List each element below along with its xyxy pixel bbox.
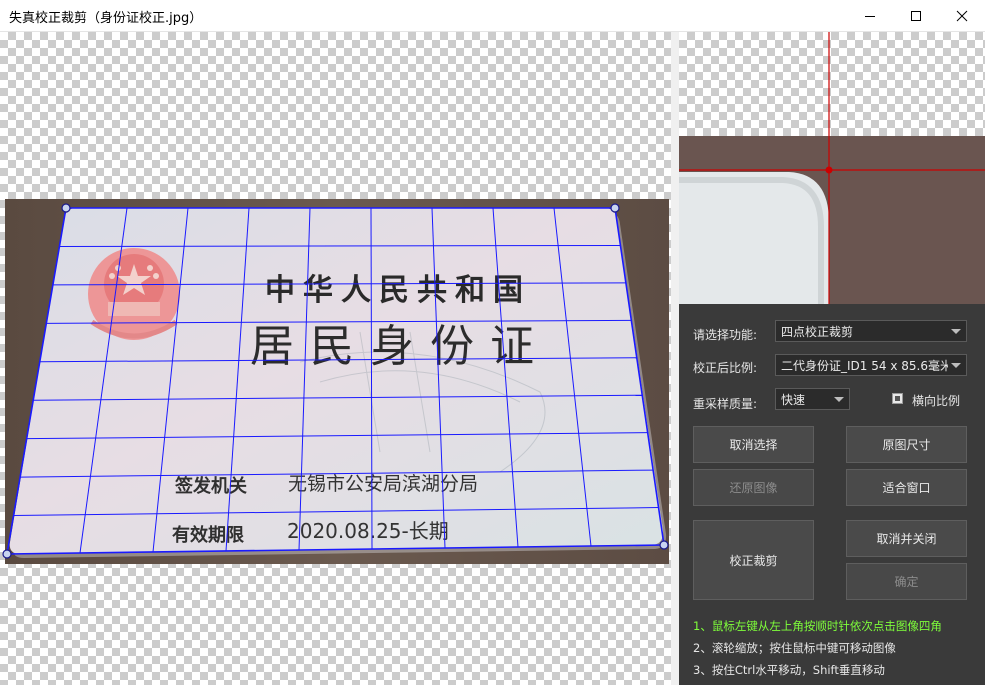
image-view: 中华人民共和国 居民身份证 签发机关 无锡市公安局滨湖分局 有效期限 2020.…	[2, 199, 669, 564]
side-panel: 请选择功能: 四点校正裁剪 校正后比例: 二代身份证_ID1 54 x 85.6…	[679, 32, 985, 685]
splitter[interactable]	[671, 32, 679, 685]
landscape-checkbox[interactable]	[892, 393, 903, 404]
minimize-button[interactable]	[847, 0, 893, 31]
authority-label: 签发机关	[174, 475, 247, 497]
cancel-close-button[interactable]: 取消并关闭	[846, 520, 967, 557]
help-line-3: 3、按住Ctrl水平移动，Shift垂直移动	[693, 663, 885, 677]
authority-value: 无锡市公安局滨湖分局	[288, 473, 478, 495]
quality-label: 重采样质量:	[693, 397, 758, 411]
chevron-down-icon	[951, 363, 961, 368]
ratio-label: 校正后比例:	[693, 361, 758, 375]
crosshair-center	[825, 166, 833, 174]
corner-handle[interactable]	[610, 203, 620, 213]
landscape-label: 横向比例	[912, 394, 961, 408]
validity-label: 有效期限	[172, 524, 245, 546]
quality-select[interactable]: 快速	[775, 388, 850, 410]
chevron-down-icon	[951, 329, 961, 334]
image-canvas[interactable]: 中华人民共和国 居民身份证 签发机关 无锡市公安局滨湖分局 有效期限 2020.…	[0, 32, 671, 685]
magnifier-preview	[679, 32, 985, 304]
function-select[interactable]: 四点校正裁剪	[775, 320, 967, 342]
function-label: 请选择功能:	[693, 328, 758, 342]
quality-select-value: 快速	[781, 393, 806, 407]
cancel-selection-button[interactable]: 取消选择	[693, 426, 814, 463]
maximize-button[interactable]	[893, 0, 939, 31]
close-icon	[956, 10, 968, 21]
original-size-button[interactable]: 原图尺寸	[846, 426, 967, 463]
correct-crop-button[interactable]: 校正裁剪	[693, 520, 814, 600]
restore-image-button[interactable]: 还原图像	[693, 469, 814, 506]
corner-handle[interactable]	[659, 540, 669, 550]
chevron-down-icon	[834, 397, 844, 402]
magnifier-view	[679, 32, 985, 304]
fit-window-button[interactable]: 适合窗口	[846, 469, 967, 506]
corner-handle[interactable]	[2, 549, 12, 559]
corner-handle[interactable]	[61, 203, 71, 213]
national-emblem	[88, 248, 180, 340]
ratio-select[interactable]: 二代身份证_ID1 54 x 85.6毫米	[775, 354, 967, 376]
minimize-icon	[865, 15, 875, 17]
close-button[interactable]	[939, 0, 985, 31]
function-select-value: 四点校正裁剪	[781, 325, 854, 339]
maximize-icon	[911, 10, 921, 21]
window-title: 失真校正裁剪（身份证校正.jpg）	[9, 11, 203, 26]
help-line-1: 1、鼠标左键从左上角按顺时针依次点击图像四角	[693, 619, 942, 633]
title-bar: 失真校正裁剪（身份证校正.jpg）	[0, 0, 985, 32]
card-title-line: 中华人民共和国	[265, 273, 531, 308]
help-line-2: 2、滚轮缩放；按住鼠标中键可移动图像	[693, 641, 896, 655]
ratio-select-value: 二代身份证_ID1 54 x 85.6毫米	[781, 359, 948, 373]
validity-value: 2020.08.25-长期	[287, 519, 449, 543]
confirm-button[interactable]: 确定	[846, 563, 967, 600]
